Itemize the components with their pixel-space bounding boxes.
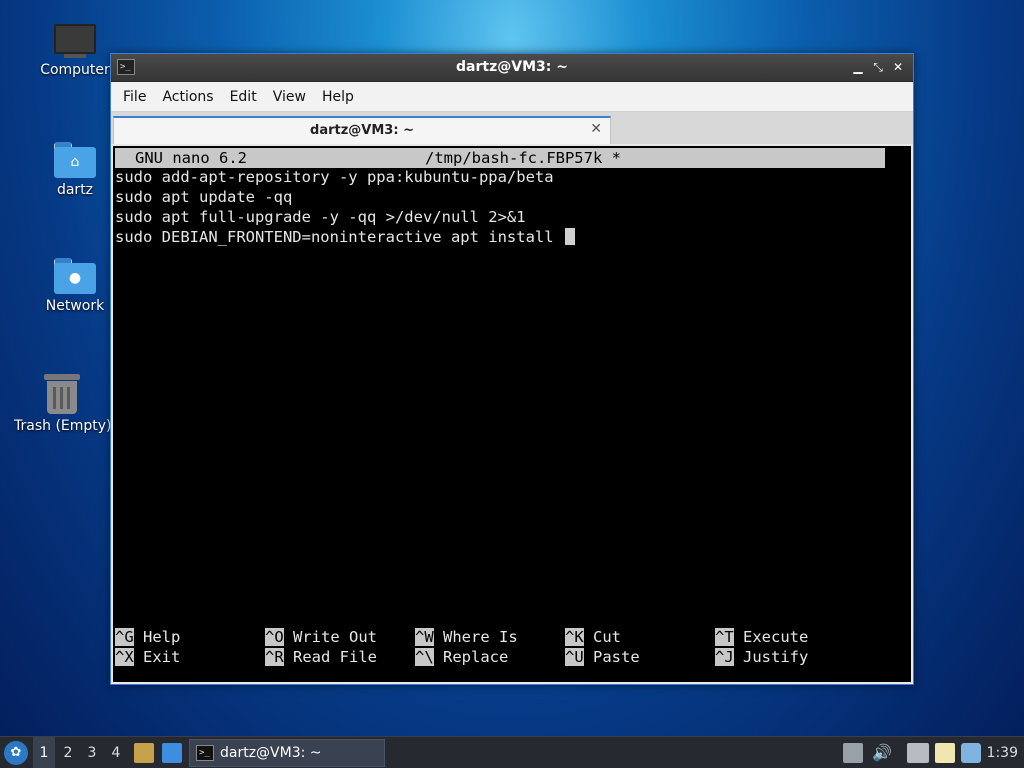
editor-line: sudo DEBIAN_FRONTEND=noninteractive apt … bbox=[115, 228, 563, 246]
network-folder-icon: ● bbox=[54, 258, 96, 294]
nano-filename: /tmp/bash-fc.FBP57k * bbox=[425, 149, 621, 167]
tab-bar: dartz@VM3: ~ ✕ bbox=[111, 112, 913, 144]
terminal-tab[interactable]: dartz@VM3: ~ ✕ bbox=[113, 116, 611, 144]
shortcut-write-out: ^O Write Out bbox=[265, 628, 378, 646]
window-title: dartz@VM3: ~ bbox=[456, 59, 568, 75]
tab-close-icon[interactable]: ✕ bbox=[590, 121, 602, 137]
workspace-3[interactable]: 3 bbox=[81, 737, 103, 768]
menu-view[interactable]: View bbox=[265, 89, 314, 105]
shortcut-paste: ^U Paste bbox=[565, 648, 640, 666]
nano-version: GNU nano 6.2 bbox=[135, 149, 247, 167]
workspace-4[interactable]: 4 bbox=[105, 737, 127, 768]
shortcut-justify: ^J Justify bbox=[715, 648, 809, 666]
desktop-icon-label: Trash (Empty) bbox=[14, 418, 110, 434]
shortcut-help: ^G Help bbox=[115, 628, 181, 646]
menu-file[interactable]: File bbox=[115, 89, 154, 105]
shortcut-where-is: ^W Where Is bbox=[415, 628, 518, 646]
network-tray-icon[interactable] bbox=[907, 743, 929, 763]
editor-line: sudo add-apt-repository -y ppa:kubuntu-p… bbox=[115, 168, 554, 186]
editor-line: sudo apt update -qq bbox=[115, 188, 293, 206]
desktop-icon-trash[interactable]: Trash (Empty) bbox=[14, 374, 110, 434]
editor-line: sudo apt full-upgrade -y -qq >/dev/null … bbox=[115, 208, 526, 226]
close-icon[interactable]: ✕ bbox=[889, 58, 907, 76]
clipboard-icon[interactable] bbox=[935, 743, 955, 763]
terminal-window: >_ dartz@VM3: ~ ▁ ⤡ ✕ File Actions Edit … bbox=[110, 53, 914, 685]
workspace-2[interactable]: 2 bbox=[57, 737, 79, 768]
file-manager-icon[interactable] bbox=[134, 743, 154, 763]
menu-edit[interactable]: Edit bbox=[222, 89, 265, 105]
menu-help[interactable]: Help bbox=[314, 89, 362, 105]
home-folder-icon: ⌂ bbox=[54, 142, 96, 178]
taskbar-terminal-task[interactable]: >_ dartz@VM3: ~ bbox=[189, 739, 385, 767]
shortcut-exit: ^X Exit bbox=[115, 648, 181, 666]
editor-line-current: sudo DEBIAN_FRONTEND=noninteractive apt … bbox=[115, 228, 575, 248]
menu-bar: File Actions Edit View Help bbox=[111, 82, 913, 112]
workspace-1[interactable]: 1 bbox=[33, 737, 55, 768]
notification-icon[interactable] bbox=[961, 743, 981, 763]
start-menu-icon[interactable]: ✿ bbox=[4, 741, 28, 765]
updates-icon[interactable] bbox=[843, 743, 863, 763]
taskbar: ✿ 1 2 3 4 >_ dartz@VM3: ~ 🔊 1:39 bbox=[0, 736, 1024, 768]
task-label: dartz@VM3: ~ bbox=[220, 745, 322, 761]
shortcut-cut: ^K Cut bbox=[565, 628, 622, 646]
show-desktop-icon[interactable] bbox=[162, 743, 182, 763]
minimize-icon[interactable]: ▁ bbox=[849, 58, 867, 76]
trash-icon bbox=[44, 374, 80, 414]
shortcut-execute: ^T Execute bbox=[715, 628, 809, 646]
maximize-icon[interactable]: ⤡ bbox=[869, 58, 887, 76]
window-titlebar[interactable]: >_ dartz@VM3: ~ ▁ ⤡ ✕ bbox=[111, 54, 913, 82]
volume-icon[interactable]: 🔊 bbox=[872, 737, 892, 768]
text-cursor bbox=[564, 228, 575, 245]
computer-icon bbox=[54, 24, 96, 58]
menu-actions[interactable]: Actions bbox=[154, 89, 221, 105]
terminal-area[interactable]: GNU nano 6.2 /tmp/bash-fc.FBP57k * sudo … bbox=[113, 146, 911, 682]
clock[interactable]: 1:39 bbox=[987, 737, 1018, 768]
shortcut-replace: ^\ Replace bbox=[415, 648, 509, 666]
tab-label: dartz@VM3: ~ bbox=[310, 123, 414, 138]
nano-header: GNU nano 6.2 /tmp/bash-fc.FBP57k * bbox=[115, 148, 885, 168]
shortcut-read-file: ^R Read File bbox=[265, 648, 378, 666]
terminal-scrollbar[interactable] bbox=[903, 146, 911, 682]
terminal-task-icon: >_ bbox=[196, 745, 214, 761]
